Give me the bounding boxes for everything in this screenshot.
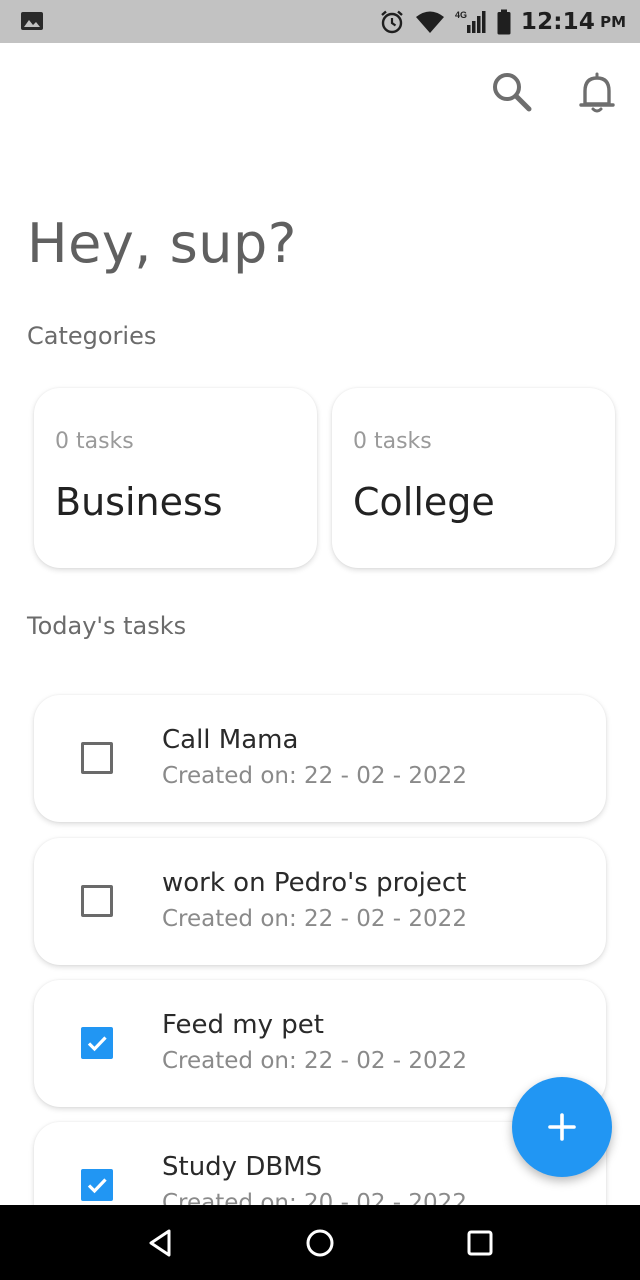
- todays-tasks-label: Today's tasks: [27, 612, 187, 640]
- search-icon: [493, 73, 532, 112]
- task-title: Feed my pet: [162, 1010, 324, 1040]
- status-time: 12:14: [520, 8, 596, 35]
- battery-icon: [497, 9, 511, 35]
- task-date: Created on: 22 - 02 - 2022: [162, 1048, 467, 1074]
- category-task-count: 0 tasks: [353, 429, 432, 454]
- bell-icon: [579, 72, 615, 113]
- categories-label: Categories: [27, 322, 157, 350]
- task-checkbox[interactable]: [81, 742, 113, 774]
- back-button[interactable]: [142, 1225, 178, 1261]
- app-screen: 4G 12:14 PM Hey, sup? Categories 0 tasks…: [0, 0, 640, 1280]
- task-card[interactable]: work on Pedro's project Created on: 22 -…: [34, 838, 606, 965]
- svg-text:4G: 4G: [455, 10, 467, 20]
- category-card-business[interactable]: 0 tasks Business: [34, 388, 317, 568]
- recents-button[interactable]: [462, 1225, 498, 1261]
- greeting-title: Hey, sup?: [27, 212, 297, 275]
- search-button[interactable]: [487, 68, 535, 116]
- task-checkbox[interactable]: [81, 1169, 113, 1201]
- home-icon: [306, 1229, 334, 1257]
- category-name: Business: [55, 480, 223, 524]
- gallery-icon: [20, 9, 44, 33]
- plus-icon: [548, 1113, 576, 1141]
- back-icon: [149, 1229, 171, 1257]
- task-card[interactable]: Call Mama Created on: 22 - 02 - 2022: [34, 695, 606, 822]
- signal-icon: 4G: [455, 9, 487, 35]
- navigation-bar: [0, 1205, 640, 1280]
- task-date: Created on: 22 - 02 - 2022: [162, 906, 467, 932]
- category-name: College: [353, 480, 495, 524]
- status-bar: 4G 12:14 PM: [0, 0, 640, 43]
- category-task-count: 0 tasks: [55, 429, 134, 454]
- task-title: Call Mama: [162, 725, 299, 755]
- add-task-button[interactable]: [512, 1077, 612, 1177]
- notifications-button[interactable]: [573, 68, 621, 116]
- status-ampm: PM: [600, 12, 626, 31]
- task-checkbox[interactable]: [81, 885, 113, 917]
- task-card[interactable]: Feed my pet Created on: 22 - 02 - 2022: [34, 980, 606, 1107]
- task-title: Study DBMS: [162, 1152, 323, 1182]
- alarm-icon: [379, 9, 405, 35]
- checkmark-icon: [87, 1036, 107, 1052]
- task-title: work on Pedro's project: [162, 868, 467, 898]
- task-checkbox[interactable]: [81, 1027, 113, 1059]
- task-date: Created on: 22 - 02 - 2022: [162, 763, 467, 789]
- recents-icon: [467, 1230, 493, 1256]
- home-button[interactable]: [302, 1225, 338, 1261]
- checkmark-icon: [87, 1178, 107, 1194]
- wifi-icon: [415, 10, 445, 34]
- category-card-college[interactable]: 0 tasks College: [332, 388, 615, 568]
